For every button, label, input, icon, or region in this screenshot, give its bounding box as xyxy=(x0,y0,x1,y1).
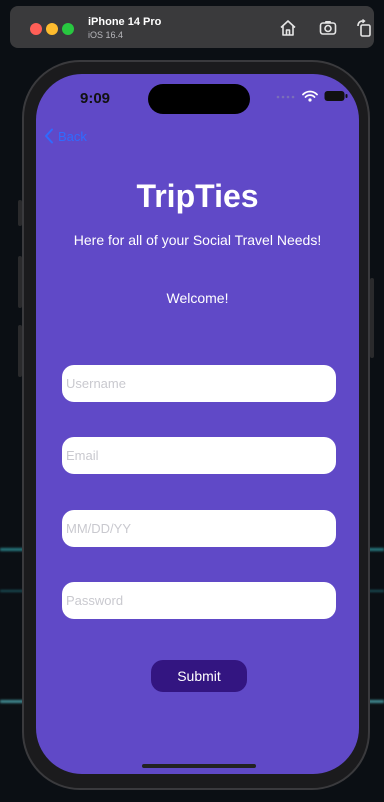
app-screen: 9:09 Back TripTies Here for all of your … xyxy=(36,74,359,774)
dynamic-island xyxy=(148,84,250,114)
device-side-button xyxy=(370,278,374,358)
device-os-version: iOS 16.4 xyxy=(88,30,124,40)
device-side-button xyxy=(18,325,22,377)
zoom-window-button[interactable] xyxy=(62,23,74,35)
device-name: iPhone 14 Pro xyxy=(88,16,162,28)
home-indicator xyxy=(142,764,256,768)
battery-icon xyxy=(324,91,348,101)
app-subtitle: Here for all of your Social Travel Needs… xyxy=(73,232,322,248)
username-input[interactable] xyxy=(62,365,336,402)
date-of-birth-input[interactable] xyxy=(62,510,336,547)
device-side-button xyxy=(18,200,22,226)
wifi-icon xyxy=(302,90,318,102)
signal-dots-icon xyxy=(276,95,295,99)
rotate-icon[interactable] xyxy=(355,18,375,38)
screenshot-icon[interactable] xyxy=(318,18,338,38)
chevron-left-icon xyxy=(45,128,53,144)
status-indicators xyxy=(276,88,348,104)
app-title: TripTies xyxy=(136,178,259,214)
device-side-button xyxy=(18,256,22,308)
email-input[interactable] xyxy=(62,437,336,474)
password-input[interactable] xyxy=(62,582,336,619)
home-icon[interactable] xyxy=(278,18,298,38)
welcome-text: Welcome! xyxy=(166,290,229,306)
close-window-button[interactable] xyxy=(30,23,42,35)
submit-button[interactable]: Submit xyxy=(151,660,247,692)
status-time: 9:09 xyxy=(80,90,111,107)
back-button[interactable]: Back xyxy=(44,128,87,144)
back-button-label: Back xyxy=(58,128,87,144)
simulator-toolbar: iPhone 14 Pro iOS 16.4 xyxy=(10,6,374,48)
minimize-window-button[interactable] xyxy=(46,23,58,35)
